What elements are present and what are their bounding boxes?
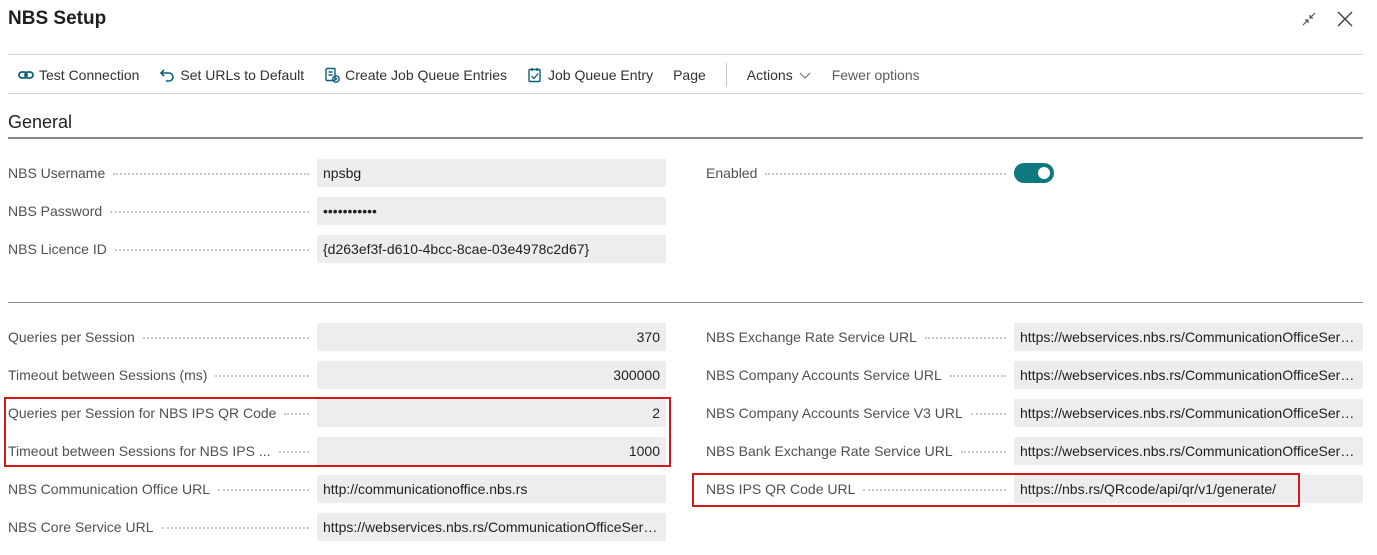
toggle-knob [1038, 167, 1050, 179]
field-label: NBS Communication Office URL [8, 475, 317, 503]
job-queue-icon [528, 68, 541, 83]
test-connection-label: Test Connection [39, 67, 140, 83]
enabled-toggle[interactable] [1014, 163, 1054, 183]
licence-label: NBS Licence ID [8, 235, 317, 263]
field-value[interactable]: https://webservices.nbs.rs/Communication… [1014, 399, 1363, 427]
field-value[interactable]: 300000 [317, 361, 666, 389]
username-label: NBS Username [8, 159, 317, 187]
toolbar-separator [725, 63, 727, 87]
page-menu-label: Page [673, 67, 706, 83]
create-job-queue-entries-button[interactable]: Create Job Queue Entries [314, 58, 517, 92]
close-button[interactable] [1332, 6, 1358, 32]
chevron-down-icon [799, 72, 811, 79]
field-value[interactable]: https://webservices.nbs.rs/Communication… [1014, 323, 1363, 351]
field-label: Queries per Session [8, 323, 317, 351]
field-value[interactable]: 370 [317, 323, 666, 351]
test-connection-button[interactable]: Test Connection [8, 58, 149, 92]
field-label: NBS Bank Exchange Rate Service URL [706, 437, 1014, 465]
field-value[interactable]: https://webservices.nbs.rs/Communication… [1014, 361, 1363, 389]
undo-icon [160, 69, 175, 82]
licence-field[interactable]: {d263ef3f-d610-4bcc-8cae-03e4978c2d67} [317, 235, 666, 263]
job-queue-entry-button[interactable]: Job Queue Entry [517, 58, 663, 92]
username-field[interactable]: npsbg [317, 159, 666, 187]
divider [8, 54, 1363, 55]
field-value[interactable]: https://webservices.nbs.rs/Communication… [1014, 437, 1363, 465]
field-value[interactable]: 1000 [317, 437, 666, 465]
field-label: NBS Company Accounts Service V3 URL [706, 399, 1014, 427]
page-title: NBS Setup [8, 8, 107, 29]
divider [8, 93, 1363, 94]
field-label: NBS Core Service URL [8, 513, 317, 541]
link-icon [18, 71, 34, 79]
field-label: NBS Company Accounts Service URL [706, 361, 1014, 389]
action-bar: Test Connection Set URLs to Default Crea… [8, 58, 930, 92]
section-divider [8, 137, 1363, 139]
field-label: Timeout between Sessions (ms) [8, 361, 317, 389]
field-value[interactable]: http://communicationoffice.nbs.rs [317, 475, 666, 503]
field-label: Timeout between Sessions for NBS IPS ... [8, 437, 317, 465]
create-job-queue-entries-label: Create Job Queue Entries [345, 67, 508, 83]
collapse-icon [1302, 12, 1316, 26]
job-queue-entry-label: Job Queue Entry [548, 67, 654, 83]
field-label: NBS IPS QR Code URL [706, 475, 1014, 503]
actions-menu-label: Actions [746, 67, 793, 83]
password-label: NBS Password [8, 197, 317, 225]
section-divider [8, 302, 1363, 303]
field-value[interactable]: https://webservices.nbs.rs/Communication… [317, 513, 666, 541]
set-urls-default-button[interactable]: Set URLs to Default [149, 58, 314, 92]
close-icon [1337, 11, 1353, 27]
password-field[interactable]: ••••••••••• [317, 197, 666, 225]
fewer-options-button[interactable]: Fewer options [822, 58, 930, 92]
field-label: NBS Exchange Rate Service URL [706, 323, 1014, 351]
collapse-button[interactable] [1296, 6, 1322, 32]
create-entries-icon [325, 67, 341, 83]
field-value[interactable]: https://nbs.rs/QRcode/api/qr/v1/generate… [1014, 475, 1363, 503]
actions-menu-button[interactable]: Actions [737, 58, 822, 92]
field-label: Queries per Session for NBS IPS QR Code [8, 399, 317, 427]
set-urls-default-label: Set URLs to Default [180, 67, 305, 83]
enabled-label: Enabled [706, 159, 1014, 187]
field-value[interactable]: 2 [317, 399, 666, 427]
fewer-options-label: Fewer options [831, 67, 920, 83]
page-menu-button[interactable]: Page [663, 58, 716, 92]
section-title-general[interactable]: General [8, 112, 72, 133]
